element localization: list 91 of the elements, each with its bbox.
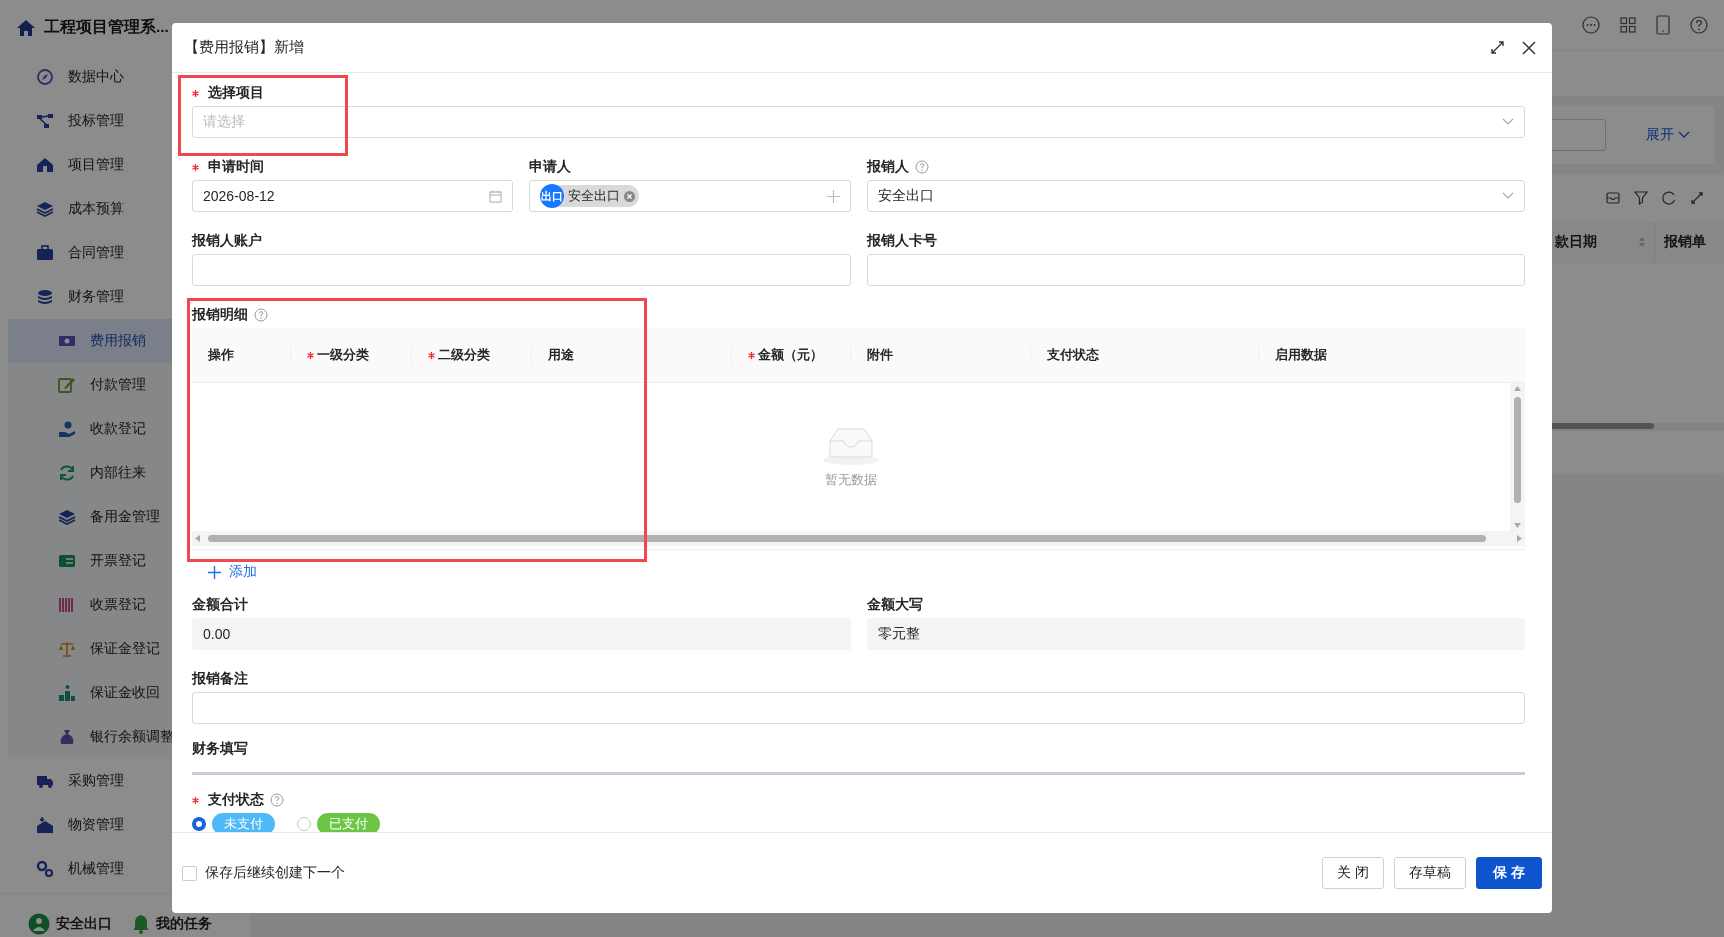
refresh-icon (58, 464, 76, 482)
filter-icon[interactable] (1634, 191, 1648, 205)
field-label: 金额大写 (866, 596, 923, 614)
column-header[interactable]: 报销单 (1655, 222, 1724, 262)
field-label: 报销备注 (192, 670, 248, 688)
house-icon (36, 156, 54, 174)
layers-icon (58, 508, 76, 526)
help-icon[interactable] (254, 308, 268, 322)
dialog-button[interactable]: 关 闭 (1322, 857, 1385, 889)
save-button[interactable]: 保 存 (1476, 857, 1542, 889)
column-header: 操作 (208, 346, 234, 364)
podium-icon (58, 684, 76, 702)
column-header[interactable]: 款日期 (1555, 233, 1597, 251)
date-field[interactable]: 2026-08-12 (192, 180, 514, 212)
warehouse-icon (36, 816, 54, 834)
remove-icon[interactable] (624, 190, 636, 202)
checkbox[interactable] (182, 865, 197, 881)
scale-icon (58, 640, 76, 658)
help-icon[interactable] (1690, 16, 1708, 34)
inbox-icon[interactable] (1606, 191, 1620, 205)
field-label: 报销人卡号 (866, 232, 937, 250)
nav-item[interactable]: 备用金管理 (8, 495, 250, 539)
field-label: 申请时间 (208, 158, 264, 176)
help-icon[interactable] (914, 160, 929, 174)
expand-link[interactable]: 展开 (1646, 126, 1690, 144)
close-icon[interactable] (1522, 40, 1536, 55)
field-label: 选择项目 (208, 84, 264, 102)
column-header: 一级分类 (317, 346, 369, 364)
money-bag-icon (58, 728, 76, 746)
radio-button[interactable] (192, 817, 206, 831)
section-title: 财务填写 (192, 740, 1525, 775)
grid-icon[interactable] (1620, 17, 1636, 33)
nodes-icon (36, 112, 54, 130)
person-name: 安全出口 (568, 187, 621, 205)
hand-coin-icon (58, 420, 76, 438)
empty-box-icon (822, 425, 880, 465)
chevron-down-icon (1678, 131, 1690, 139)
plus-icon[interactable] (826, 189, 840, 203)
nav-item[interactable]: 内部往来 (8, 451, 250, 495)
nav-item[interactable]: 付款管理 (8, 363, 250, 407)
nav-item[interactable]: 收款登记 (8, 407, 250, 451)
total-field: 0.00 (192, 618, 851, 650)
field-label: 支付状态 (208, 791, 264, 809)
layers-icon (36, 200, 54, 218)
scrollbar[interactable] (1510, 383, 1525, 531)
edit-icon (58, 376, 76, 394)
column-header: 支付状态 (1047, 346, 1099, 364)
field-label: 申请人 (529, 158, 572, 176)
coins-icon (36, 288, 54, 306)
column-header: 启用数据 (1275, 346, 1327, 364)
account-field[interactable] (192, 254, 851, 286)
fullscreen-icon[interactable] (1690, 191, 1704, 205)
reimburser-select[interactable]: 安全出口 (866, 180, 1525, 212)
plus-icon (208, 565, 221, 579)
field-label: 金额合计 (192, 596, 248, 614)
help-icon[interactable] (270, 793, 284, 807)
add-link[interactable]: 添加 (192, 558, 257, 586)
avatar: 出口 (540, 184, 565, 208)
person-tag[interactable]: 出口 安全出口 (540, 185, 640, 207)
maximize-icon[interactable] (1491, 41, 1504, 54)
phone-icon[interactable] (1656, 15, 1670, 35)
card-icon (58, 552, 76, 570)
column-header: 二级分类 (438, 346, 490, 364)
home-icon[interactable] (16, 18, 36, 37)
scrollbar[interactable] (192, 531, 1525, 546)
dialog-title: 【费用报销】新增 (184, 38, 305, 57)
compass-icon (36, 68, 54, 86)
barcode-icon (58, 596, 76, 614)
calendar-icon (489, 189, 503, 203)
checkbox-label: 保存后继续创建下一个 (205, 864, 346, 882)
chevron-down-icon (1502, 192, 1514, 200)
bell-icon (132, 913, 150, 934)
field-label: 报销人账户 (192, 232, 262, 250)
refresh-icon[interactable] (1662, 191, 1676, 205)
app-title: 工程项目管理系... (44, 17, 169, 37)
remark-field[interactable] (192, 692, 1525, 724)
field-label: 报销人 (866, 158, 909, 176)
tasks-item[interactable]: 我的任务 (132, 913, 212, 934)
amount-words-field: 零元整 (866, 618, 1525, 650)
gears-icon (36, 860, 54, 878)
card-number-field[interactable] (866, 254, 1525, 286)
applicant-field[interactable]: 出口 安全出口 (529, 180, 851, 212)
chat-icon[interactable] (1582, 16, 1600, 34)
briefcase-icon (36, 244, 54, 262)
dialog-button[interactable]: 存草稿 (1394, 857, 1467, 889)
empty-text: 暂无数据 (825, 471, 877, 489)
column-header: 金额（元） (758, 346, 823, 364)
column-header: 用途 (548, 346, 574, 364)
chevron-down-icon (1502, 118, 1514, 126)
column-header: 附件 (867, 346, 893, 364)
user-item[interactable]: 安全出口 (28, 912, 112, 935)
